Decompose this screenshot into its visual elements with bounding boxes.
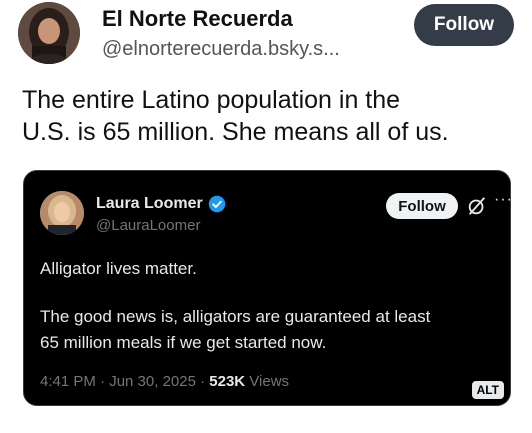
quoted-views-count: 523K: [209, 373, 246, 390]
post-text: The entire Latino population in the U.S.…: [22, 84, 522, 148]
quoted-meta: 4:41 PM · Jun 30, 2025 · 523K Views: [40, 373, 289, 390]
post-text-line: U.S. is 65 million. She means all of us.: [22, 118, 449, 146]
quoted-text-line: The good news is, alligators are guarant…: [40, 307, 431, 326]
verified-badge-icon: [208, 195, 225, 213]
quoted-display-name: Laura Loomer: [96, 195, 203, 212]
quoted-name-row: Laura Loomer: [96, 195, 226, 213]
more-options-icon: ···: [494, 191, 513, 208]
quoted-text-line: Alligator lives matter.: [40, 259, 197, 278]
alt-text-badge[interactable]: ALT: [471, 381, 504, 399]
quoted-text-line: 65 million meals if we get started now.: [40, 333, 327, 352]
quoted-avatar-image: [40, 191, 84, 235]
quoted-handle: @LauraLoomer: [96, 217, 201, 234]
display-name[interactable]: El Norte Recuerda: [102, 6, 293, 32]
follow-button[interactable]: Follow: [414, 4, 514, 46]
quoted-post-image[interactable]: Laura Loomer @LauraLoomer Follow ··· All…: [23, 170, 513, 406]
post-header: El Norte Recuerda @elnorterecuerda.bsky.…: [18, 0, 518, 70]
avatar[interactable]: [18, 2, 80, 64]
quoted-views-label: Views: [245, 373, 290, 390]
quoted-timestamp: 4:41 PM · Jun 30, 2025 ·: [40, 373, 210, 390]
post-text-line: The entire Latino population in the: [22, 86, 401, 114]
grok-icon: [468, 197, 486, 215]
quoted-avatar: [40, 191, 84, 235]
avatar-image: [18, 2, 80, 64]
quoted-follow-button: Follow: [386, 193, 458, 219]
user-handle[interactable]: @elnorterecuerda.bsky.s...: [102, 38, 340, 61]
